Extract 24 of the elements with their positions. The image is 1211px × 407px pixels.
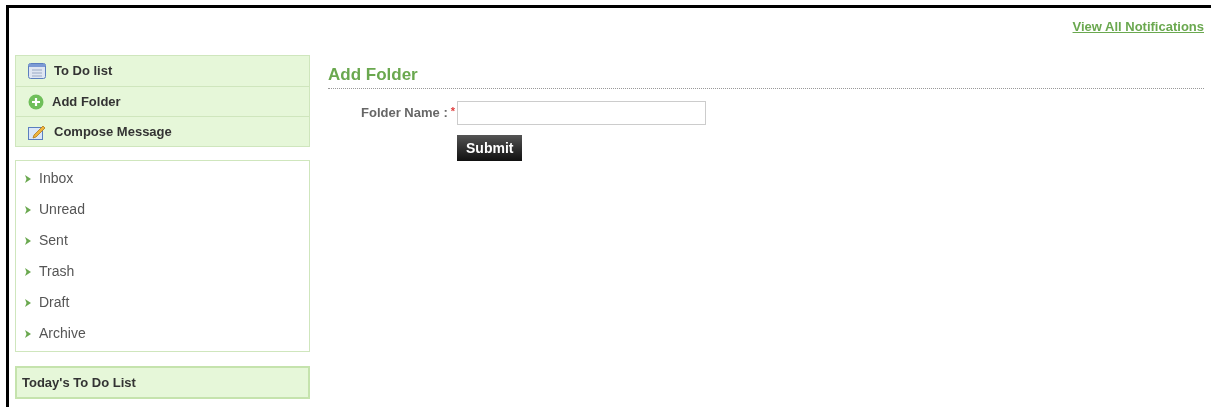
required-mark: *	[450, 104, 455, 120]
action-item[interactable]: Add Folder	[16, 86, 309, 116]
chevron-icon	[25, 174, 31, 183]
calendar-icon	[28, 63, 46, 79]
action-item[interactable]: To Do list	[16, 56, 309, 86]
chevron-icon	[25, 267, 31, 276]
folder-item[interactable]: Archive	[16, 318, 309, 349]
submit-button[interactable]: Submit	[457, 135, 523, 161]
folder-name-label: Folder Name :	[361, 104, 448, 123]
chevron-icon	[25, 329, 31, 338]
todays-todo-header: Today's To Do List	[15, 366, 310, 399]
chevron-icon	[25, 205, 31, 214]
pencil-paper-icon	[28, 123, 46, 140]
form-title: Add Folder	[328, 64, 419, 86]
chevron-icon	[25, 236, 31, 245]
folder-item[interactable]: Inbox	[16, 163, 309, 194]
folder-item[interactable]: Draft	[16, 287, 309, 318]
folder-item[interactable]: Sent	[16, 225, 309, 256]
folder-name-input[interactable]	[457, 101, 706, 125]
folder-item[interactable]: Trash	[16, 256, 309, 287]
action-item[interactable]: Compose Message	[16, 116, 309, 146]
plus-circle-icon	[28, 93, 44, 110]
chevron-icon	[25, 298, 31, 307]
folder-item[interactable]: Unread	[16, 194, 309, 225]
